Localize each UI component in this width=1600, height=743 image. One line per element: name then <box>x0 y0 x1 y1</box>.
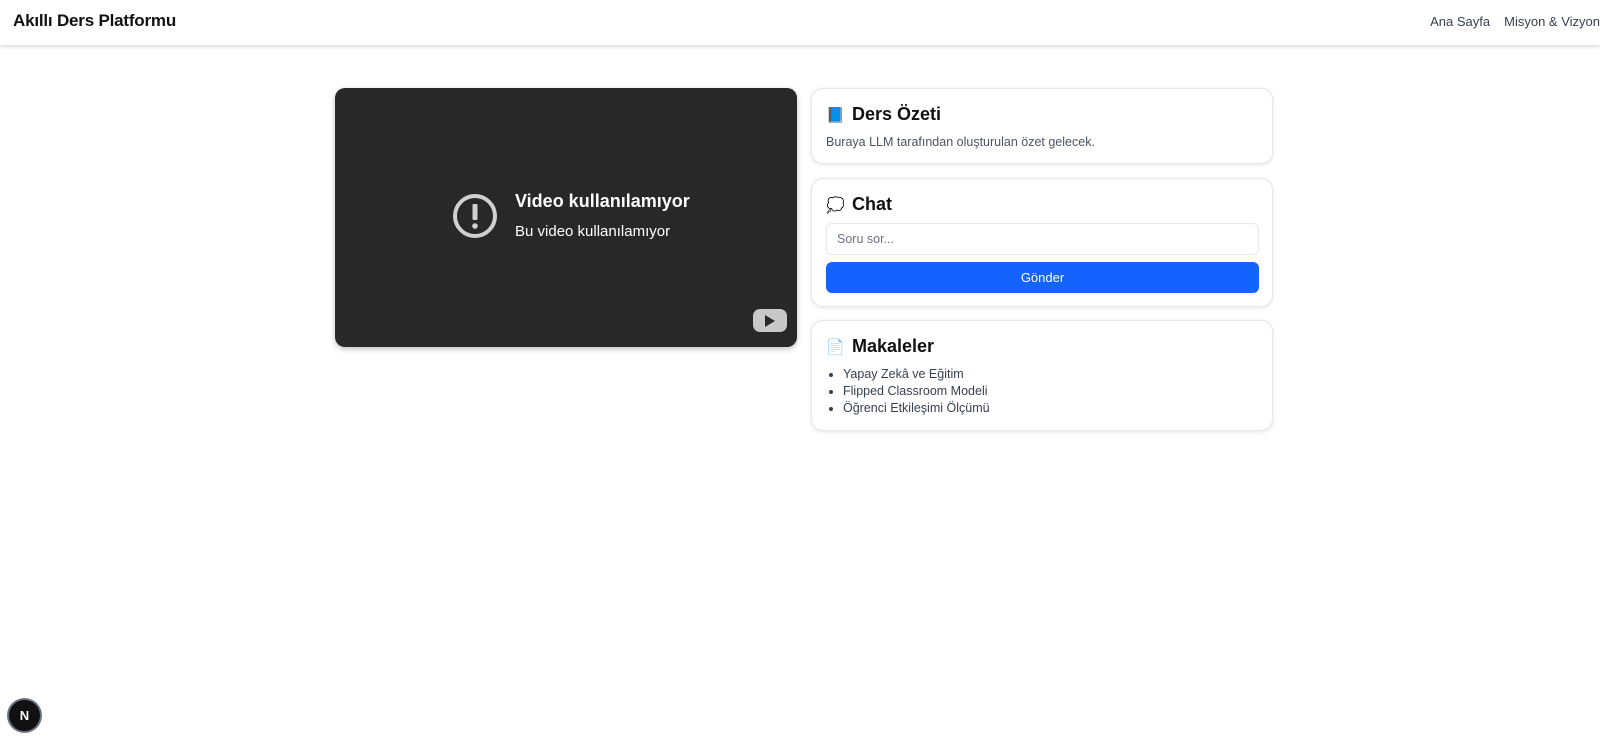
summary-card: 📘 Ders Özeti Buraya LLM tarafından oluşt… <box>811 88 1273 164</box>
video-error-title: Video kullanılamıyor <box>515 191 690 211</box>
youtube-play-icon[interactable] <box>753 309 787 332</box>
play-icon <box>765 315 775 327</box>
chat-heading: 💭 Chat <box>826 194 892 215</box>
articles-card: 📄 Makaleler Yapay Zekâ ve Eğitim Flipped… <box>811 320 1273 431</box>
articles-heading: 📄 Makaleler <box>826 336 934 357</box>
articles-title: Makaleler <box>852 336 935 356</box>
document-icon: 📄 <box>826 338 845 356</box>
article-item[interactable]: Flipped Classroom Modeli <box>843 383 990 400</box>
brand-title[interactable]: Akıllı Ders Platformu <box>13 11 176 31</box>
dev-tools-badge[interactable]: N <box>9 700 40 731</box>
article-item[interactable]: Öğrenci Etkileşimi Ölçümü <box>843 400 990 417</box>
video-error-subtitle: Bu video kullanılamıyor <box>515 223 671 240</box>
summary-heading: 📘 Ders Özeti <box>826 104 941 125</box>
chat-question-input[interactable] <box>826 223 1259 255</box>
book-icon: 📘 <box>826 106 845 124</box>
article-item[interactable]: Yapay Zekâ ve Eğitim <box>843 366 990 383</box>
thought-bubble-icon: 💭 <box>826 196 845 214</box>
top-navbar: Akıllı Ders Platformu Ana Sayfa Misyon &… <box>0 0 1600 46</box>
send-button[interactable]: Gönder <box>826 262 1259 293</box>
nav-link-home[interactable]: Ana Sayfa <box>1430 14 1490 29</box>
nav-links: Ana Sayfa Misyon & Vizyon <box>1430 14 1600 29</box>
video-player[interactable]: Video kullanılamıyor Bu video kullanılam… <box>335 88 797 347</box>
summary-title: Ders Özeti <box>852 104 942 124</box>
chat-title: Chat <box>852 194 892 214</box>
articles-list: Yapay Zekâ ve Eğitim Flipped Classroom M… <box>826 366 990 417</box>
nav-link-mission-vision[interactable]: Misyon & Vizyon <box>1504 14 1600 29</box>
summary-text: Buraya LLM tarafından oluşturulan özet g… <box>826 135 1095 149</box>
chat-card: 💭 Chat Gönder <box>811 178 1273 307</box>
alert-circle-icon <box>453 194 497 238</box>
